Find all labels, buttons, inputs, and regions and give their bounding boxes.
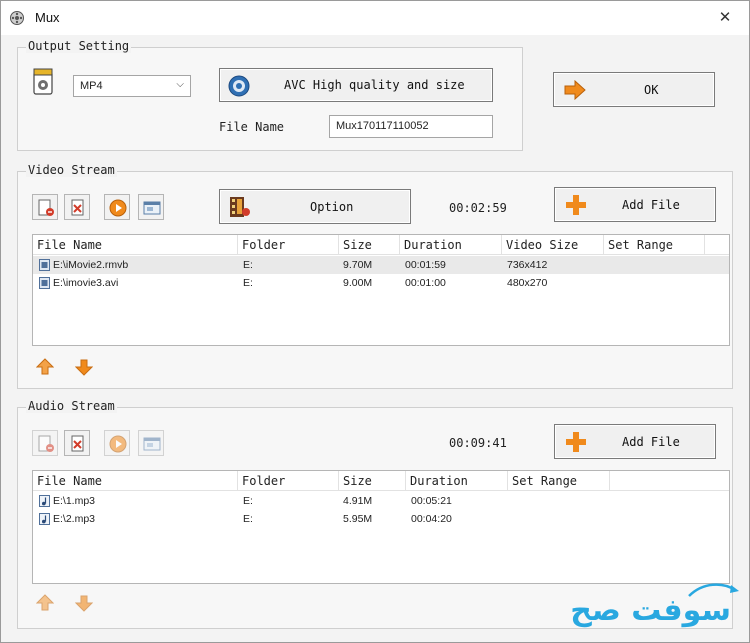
video-add-file-label: Add File (622, 197, 680, 212)
audio-row-name: E:\2.mp3 (53, 513, 96, 525)
film-settings-icon (230, 197, 250, 217)
video-row[interactable]: E:\iMovie2.rmvb E: 9.70M 00:01:59 736x41… (33, 256, 729, 274)
move-up-icon[interactable] (36, 594, 54, 612)
video-col-size[interactable]: Size (339, 235, 400, 255)
video-stream-label: Video Stream (26, 163, 117, 177)
option-button[interactable]: Option (219, 189, 411, 224)
video-row-size: 9.70M (343, 259, 373, 271)
ok-label: OK (644, 82, 659, 97)
audio-add-file-label: Add File (622, 434, 680, 449)
format-select-value: MP4 (80, 80, 103, 92)
audio-add-button[interactable] (32, 430, 58, 456)
close-button[interactable]: ✕ (715, 7, 735, 27)
audio-col-duration[interactable]: Duration (406, 471, 508, 491)
app-film-icon (10, 11, 24, 25)
video-remove-button[interactable] (64, 194, 90, 220)
ok-button[interactable]: OK (553, 72, 715, 107)
arrow-right-icon (564, 80, 586, 100)
video-row-video-size: 736x412 (507, 259, 548, 271)
add-file-icon (38, 435, 54, 452)
audio-remove-button[interactable] (64, 430, 90, 456)
video-add-file-button[interactable]: Add File (554, 187, 716, 222)
video-preview-button[interactable] (138, 194, 164, 220)
output-setting-group: Output Setting MP4 ⌵ AVC High quality an… (17, 39, 523, 151)
remove-file-icon (71, 199, 84, 216)
audio-col-folder[interactable]: Folder (238, 471, 339, 491)
preview-window-icon (143, 201, 161, 215)
audio-row-size: 5.95M (343, 513, 373, 525)
audio-row-folder: E: (243, 495, 253, 507)
move-down-icon[interactable] (75, 594, 93, 612)
plus-icon (566, 195, 586, 215)
globe-gear-icon (228, 75, 250, 97)
remove-file-icon (71, 435, 84, 452)
video-row-size: 9.00M (343, 277, 373, 289)
file-name-input[interactable]: Mux170117110052 (329, 115, 493, 138)
mux-window: Mux ✕ Output Setting MP4 ⌵ AVC High qual… (0, 0, 750, 643)
video-total-duration: 00:02:59 (449, 201, 507, 215)
video-row-video-size: 480x270 (507, 277, 548, 289)
video-file-icon (39, 277, 50, 289)
audio-preview-button[interactable] (138, 430, 164, 456)
video-col-file-name[interactable]: File Name (33, 235, 238, 255)
profile-label: AVC High quality and size (284, 78, 465, 92)
video-file-icon (39, 259, 50, 271)
audio-list-header: File Name Folder Size Duration Set Range (33, 471, 729, 491)
audio-row-size: 4.91M (343, 495, 373, 507)
video-row-duration: 00:01:00 (405, 277, 446, 289)
video-play-button[interactable] (104, 194, 130, 220)
audio-play-button[interactable] (104, 430, 130, 456)
audio-file-list[interactable]: File Name Folder Size Duration Set Range… (32, 470, 730, 584)
video-stream-group: Video Stream Option 00:02:59 Add File Fi… (17, 163, 733, 389)
file-name-label: File Name (219, 120, 285, 134)
audio-row-duration: 00:05:21 (411, 495, 452, 507)
audio-col-file-name[interactable]: File Name (33, 471, 238, 491)
audio-col-size[interactable]: Size (339, 471, 406, 491)
audio-row[interactable]: E:\1.mp3 E: 4.91M 00:05:21 (33, 492, 729, 510)
video-list-header: File Name Folder Size Duration Video Siz… (33, 235, 729, 255)
move-down-icon[interactable] (75, 358, 93, 376)
video-col-set-range[interactable]: Set Range (604, 235, 705, 255)
audio-stream-label: Audio Stream (26, 399, 117, 413)
format-settings-icon (33, 68, 53, 95)
audio-row[interactable]: E:\2.mp3 E: 5.95M 00:04:20 (33, 510, 729, 528)
audio-total-duration: 00:09:41 (449, 436, 507, 450)
plus-icon (566, 432, 586, 452)
output-setting-label: Output Setting (26, 39, 132, 53)
option-label: Option (310, 199, 354, 214)
video-row[interactable]: E:\imovie3.avi E: 9.00M 00:01:00 480x270 (33, 274, 729, 292)
audio-add-file-button[interactable]: Add File (554, 424, 716, 459)
preview-window-icon (143, 437, 161, 451)
video-file-list[interactable]: File Name Folder Size Duration Video Siz… (32, 234, 730, 346)
audio-file-icon (39, 513, 50, 525)
audio-file-icon (39, 495, 50, 507)
audio-row-name: E:\1.mp3 (53, 495, 96, 507)
video-col-duration[interactable]: Duration (400, 235, 502, 255)
video-row-folder: E: (243, 277, 253, 289)
play-icon (109, 435, 127, 453)
title-bar: Mux ✕ (1, 1, 749, 35)
video-row-folder: E: (243, 259, 253, 271)
video-row-name: E:\imovie3.avi (53, 277, 119, 289)
format-select[interactable]: MP4 ⌵ (73, 75, 191, 97)
video-col-folder[interactable]: Folder (238, 235, 339, 255)
audio-row-duration: 00:04:20 (411, 513, 452, 525)
video-add-button[interactable] (32, 194, 58, 220)
window-title: Mux (35, 10, 60, 25)
watermark-text: سوفت صح (570, 593, 731, 628)
audio-row-folder: E: (243, 513, 253, 525)
video-row-duration: 00:01:59 (405, 259, 446, 271)
video-col-video-size[interactable]: Video Size (502, 235, 604, 255)
audio-col-set-range[interactable]: Set Range (508, 471, 610, 491)
move-up-icon[interactable] (36, 358, 54, 376)
chevron-down-icon: ⌵ (176, 79, 184, 90)
play-icon (109, 199, 127, 217)
add-file-icon (38, 199, 54, 216)
video-row-name: E:\iMovie2.rmvb (53, 259, 129, 271)
profile-button[interactable]: AVC High quality and size (219, 68, 493, 102)
